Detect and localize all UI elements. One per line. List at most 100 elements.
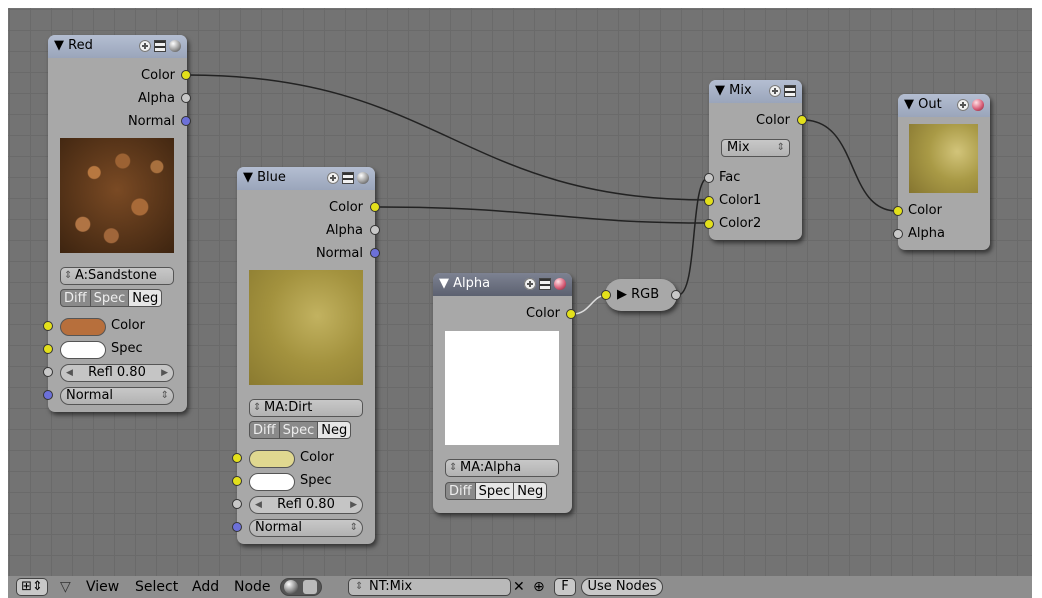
socket-red-normal-in[interactable] (43, 390, 53, 400)
socket-blue-alpha-out[interactable] (370, 225, 380, 235)
refl-slider[interactable]: ◀ Refl 0.80 ▶ (60, 364, 174, 382)
socket-out-alpha-in[interactable] (893, 229, 903, 239)
preview-sphere-icon[interactable] (554, 278, 566, 290)
socket-blue-normal-out[interactable] (370, 248, 380, 258)
socket-red-normal-out[interactable] (181, 116, 191, 126)
socket-blue-color-in[interactable] (232, 453, 242, 463)
use-nodes-toggle[interactable]: Use Nodes (581, 578, 663, 596)
refl-value: Refl 0.80 (88, 365, 146, 380)
material-ball-icon (284, 580, 298, 594)
arrow-right-icon[interactable]: ▶ (350, 497, 357, 513)
diff-toggle[interactable]: Diff (445, 482, 476, 500)
list-icon[interactable] (342, 172, 354, 184)
node-mix[interactable]: ▼ Mix Color Mix ⇕ Fac Color1 Color2 (709, 80, 802, 240)
input-spec-label: Spec (300, 473, 332, 488)
socket-red-refl-in[interactable] (43, 367, 53, 377)
node-blue[interactable]: ▼ Blue Color Alpha Normal ⇕ MA:Dirt Diff… (237, 167, 375, 544)
socket-red-color-in[interactable] (43, 321, 53, 331)
neg-toggle[interactable]: Neg (318, 421, 352, 439)
menu-select[interactable]: Select (135, 579, 178, 595)
neg-toggle[interactable]: Neg (129, 289, 163, 307)
input-color-label: Color (908, 203, 942, 218)
socket-red-spec-in[interactable] (43, 344, 53, 354)
user-icon[interactable]: ⊕ (533, 579, 545, 595)
updown-icon: ⇕ (160, 390, 169, 401)
texture-preview (249, 270, 363, 385)
spec-toggle[interactable]: Spec (279, 421, 319, 439)
arrow-left-icon[interactable]: ◀ (255, 497, 262, 513)
fake-user-button[interactable]: F (554, 578, 576, 596)
node-alpha[interactable]: ▼ Alpha Color ⇕ MA:Alpha Diff Spec Neg (433, 273, 572, 513)
node-title: ▼ Alpha (439, 276, 491, 291)
neg-toggle[interactable]: Neg (514, 482, 548, 500)
socket-rgb-in[interactable] (601, 290, 611, 300)
spec-swatch[interactable] (249, 473, 295, 491)
socket-mix-color-out[interactable] (797, 115, 807, 125)
output-color-label: Color (526, 306, 560, 321)
plus-icon[interactable] (139, 40, 151, 52)
node-header[interactable]: ▼ Out (898, 94, 990, 117)
texture-icon (303, 580, 317, 594)
node-tree-select[interactable]: ⇕ NT:Mix (348, 578, 511, 596)
spec-toggle[interactable]: Spec (475, 482, 515, 500)
menu-add[interactable]: Add (192, 579, 219, 595)
socket-red-alpha-out[interactable] (181, 93, 191, 103)
socket-out-color-in[interactable] (893, 206, 903, 216)
input-color-label: Color (300, 450, 334, 465)
socket-mix-color1-in[interactable] (704, 196, 714, 206)
preview-sphere-icon[interactable] (357, 172, 369, 184)
menu-view[interactable]: View (86, 579, 119, 595)
normal-value: Normal (255, 520, 303, 535)
updown-icon: ⇕ (349, 522, 358, 533)
editor-type-button[interactable]: ⊞⇕ (16, 578, 48, 596)
node-title: ▼ Out (904, 97, 942, 112)
list-icon[interactable] (154, 40, 166, 52)
plus-icon[interactable] (769, 85, 781, 97)
color-swatch[interactable] (249, 450, 295, 468)
material-nodes-toggle[interactable] (280, 578, 322, 596)
preview-sphere-icon[interactable] (169, 40, 181, 52)
socket-rgb-out[interactable] (671, 290, 681, 300)
texture-select[interactable]: ⇕ A:Sandstone (60, 267, 174, 285)
blend-mode-select[interactable]: Mix ⇕ (721, 139, 790, 157)
diff-toggle[interactable]: Diff (60, 289, 91, 307)
socket-blue-color-out[interactable] (370, 202, 380, 212)
node-red[interactable]: ▼ Red Color Alpha Normal ⇕ A:Sandstone D… (48, 35, 187, 412)
list-icon[interactable] (784, 85, 796, 97)
socket-mix-color2-in[interactable] (704, 219, 714, 229)
plus-icon[interactable] (524, 278, 536, 290)
spec-swatch[interactable] (60, 341, 106, 359)
header-toolbar: ⊞⇕ ▽ View Select Add Node ⇕ NT:Mix ✕ ⊕ F… (8, 576, 1032, 598)
texture-select[interactable]: ⇕ MA:Alpha (445, 459, 559, 477)
node-header[interactable]: ▼ Blue (237, 167, 375, 190)
rgb-label: ▶ RGB (617, 287, 660, 302)
socket-blue-normal-in[interactable] (232, 522, 242, 532)
diff-toggle[interactable]: Diff (249, 421, 280, 439)
node-out[interactable]: ▼ Out Color Alpha (898, 94, 990, 250)
arrow-left-icon[interactable]: ◀ (66, 365, 73, 381)
menu-node[interactable]: Node (234, 579, 271, 595)
socket-blue-spec-in[interactable] (232, 476, 242, 486)
socket-mix-fac-in[interactable] (704, 173, 714, 183)
collapse-menu-icon[interactable]: ▽ (60, 579, 71, 595)
node-header[interactable]: ▼ Mix (709, 80, 802, 103)
refl-slider[interactable]: ◀ Refl 0.80 ▶ (249, 496, 363, 514)
preview-sphere-icon[interactable] (972, 99, 984, 111)
plus-icon[interactable] (327, 172, 339, 184)
node-header[interactable]: ▼ Alpha (433, 273, 572, 296)
color-swatch[interactable] (60, 318, 106, 336)
spec-toggle[interactable]: Spec (90, 289, 130, 307)
normal-select[interactable]: Normal ⇕ (249, 519, 363, 537)
socket-red-color-out[interactable] (181, 70, 191, 80)
tree-name-value: NT:Mix (369, 579, 413, 594)
texture-select[interactable]: ⇕ MA:Dirt (249, 399, 363, 417)
node-header[interactable]: ▼ Red (48, 35, 187, 58)
node-rgb-collapsed[interactable]: ▶ RGB (605, 279, 677, 311)
socket-blue-refl-in[interactable] (232, 499, 242, 509)
normal-select[interactable]: Normal ⇕ (60, 387, 174, 405)
socket-alpha-color-out[interactable] (566, 309, 576, 319)
unlink-icon[interactable]: ✕ (513, 579, 525, 595)
arrow-right-icon[interactable]: ▶ (161, 365, 168, 381)
plus-icon[interactable] (957, 99, 969, 111)
list-icon[interactable] (539, 278, 551, 290)
